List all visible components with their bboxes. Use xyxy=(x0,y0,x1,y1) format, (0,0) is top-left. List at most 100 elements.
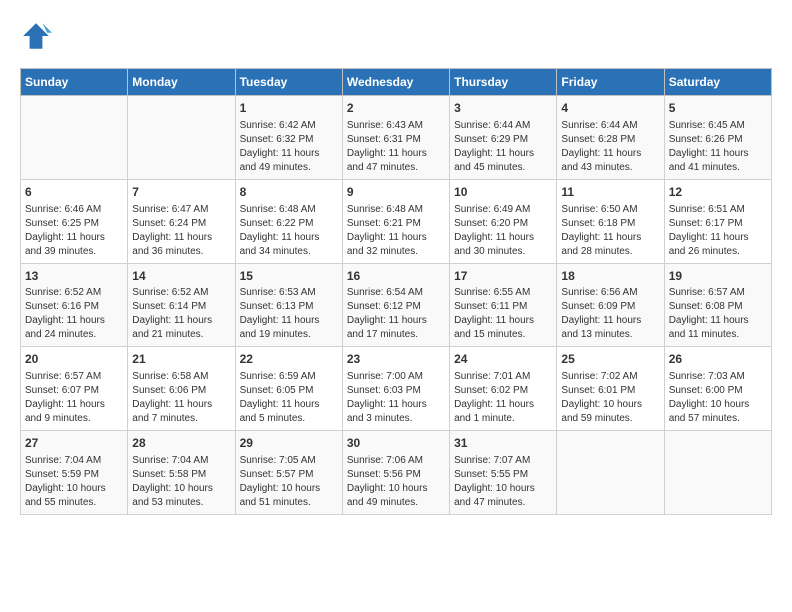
page-header xyxy=(20,20,772,52)
day-header-friday: Friday xyxy=(557,69,664,96)
day-info: Sunrise: 7:07 AM Sunset: 5:55 PM Dayligh… xyxy=(454,454,552,510)
day-header-wednesday: Wednesday xyxy=(342,69,449,96)
day-info: Sunrise: 7:03 AM Sunset: 6:00 PM Dayligh… xyxy=(669,370,767,426)
calendar-cell xyxy=(664,431,771,515)
day-number: 14 xyxy=(132,268,230,285)
day-number: 21 xyxy=(132,351,230,368)
calendar-cell: 9 Sunrise: 6:48 AM Sunset: 6:21 PM Daylig… xyxy=(342,179,449,263)
calendar-cell: 17Sunrise: 6:55 AM Sunset: 6:11 PM Dayli… xyxy=(450,263,557,347)
day-info: Sunrise: 6:52 AM Sunset: 6:16 PM Dayligh… xyxy=(25,286,123,342)
day-info: Sunrise: 6:54 AM Sunset: 6:12 PM Dayligh… xyxy=(347,286,445,342)
day-number: 1 xyxy=(240,100,338,117)
day-number: 11 xyxy=(561,184,659,201)
calendar-cell: 24 Sunrise: 7:01 AM Sunset: 6:02 PM Dayli… xyxy=(450,347,557,431)
calendar-cell: 8 Sunrise: 6:48 AM Sunset: 6:22 PM Daylig… xyxy=(235,179,342,263)
day-info: Sunrise: 6:49 AM Sunset: 6:20 PM Dayligh… xyxy=(454,203,552,259)
calendar-cell: 23 Sunrise: 7:00 AM Sunset: 6:03 PM Dayli… xyxy=(342,347,449,431)
calendar-cell: 3Sunrise: 6:44 AM Sunset: 6:29 PM Daylig… xyxy=(450,96,557,180)
calendar-cell: 10 Sunrise: 6:49 AM Sunset: 6:20 PM Dayli… xyxy=(450,179,557,263)
day-number: 5 xyxy=(669,100,767,117)
day-info: Sunrise: 6:59 AM Sunset: 6:05 PM Dayligh… xyxy=(240,370,338,426)
day-number: 16 xyxy=(347,268,445,285)
day-number: 28 xyxy=(132,435,230,452)
day-number: 9 xyxy=(347,184,445,201)
day-info: Sunrise: 6:56 AM Sunset: 6:09 PM Dayligh… xyxy=(561,286,659,342)
day-number: 13 xyxy=(25,268,123,285)
calendar-cell: 15Sunrise: 6:53 AM Sunset: 6:13 PM Dayli… xyxy=(235,263,342,347)
day-number: 19 xyxy=(669,268,767,285)
day-header-tuesday: Tuesday xyxy=(235,69,342,96)
calendar-cell: 25 Sunrise: 7:02 AM Sunset: 6:01 PM Dayli… xyxy=(557,347,664,431)
day-info: Sunrise: 6:46 AM Sunset: 6:25 PM Dayligh… xyxy=(25,203,123,259)
day-header-thursday: Thursday xyxy=(450,69,557,96)
day-header-monday: Monday xyxy=(128,69,235,96)
day-info: Sunrise: 7:02 AM Sunset: 6:01 PM Dayligh… xyxy=(561,370,659,426)
day-info: Sunrise: 6:52 AM Sunset: 6:14 PM Dayligh… xyxy=(132,286,230,342)
calendar-cell xyxy=(128,96,235,180)
day-number: 18 xyxy=(561,268,659,285)
calendar-cell: 22Sunrise: 6:59 AM Sunset: 6:05 PM Dayli… xyxy=(235,347,342,431)
day-number: 27 xyxy=(25,435,123,452)
day-number: 6 xyxy=(25,184,123,201)
day-info: Sunrise: 7:00 AM Sunset: 6:03 PM Dayligh… xyxy=(347,370,445,426)
day-info: Sunrise: 6:47 AM Sunset: 6:24 PM Dayligh… xyxy=(132,203,230,259)
calendar-cell: 2Sunrise: 6:43 AM Sunset: 6:31 PM Daylig… xyxy=(342,96,449,180)
calendar-cell: 13Sunrise: 6:52 AM Sunset: 6:16 PM Dayli… xyxy=(21,263,128,347)
day-number: 29 xyxy=(240,435,338,452)
calendar-cell: 14Sunrise: 6:52 AM Sunset: 6:14 PM Dayli… xyxy=(128,263,235,347)
day-number: 25 xyxy=(561,351,659,368)
day-info: Sunrise: 7:06 AM Sunset: 5:56 PM Dayligh… xyxy=(347,454,445,510)
day-info: Sunrise: 6:48 AM Sunset: 6:22 PM Dayligh… xyxy=(240,203,338,259)
calendar-cell: 7 Sunrise: 6:47 AM Sunset: 6:24 PM Daylig… xyxy=(128,179,235,263)
day-number: 17 xyxy=(454,268,552,285)
calendar-cell: 29 Sunrise: 7:05 AM Sunset: 5:57 PM Dayli… xyxy=(235,431,342,515)
calendar-cell: 5 Sunrise: 6:45 AM Sunset: 6:26 PM Daylig… xyxy=(664,96,771,180)
calendar-cell: 27Sunrise: 7:04 AM Sunset: 5:59 PM Dayli… xyxy=(21,431,128,515)
calendar-cell xyxy=(557,431,664,515)
day-number: 4 xyxy=(561,100,659,117)
day-number: 24 xyxy=(454,351,552,368)
day-number: 26 xyxy=(669,351,767,368)
day-number: 12 xyxy=(669,184,767,201)
calendar-table: SundayMondayTuesdayWednesdayThursdayFrid… xyxy=(20,68,772,515)
week-row-3: 13Sunrise: 6:52 AM Sunset: 6:16 PM Dayli… xyxy=(21,263,772,347)
week-row-5: 27Sunrise: 7:04 AM Sunset: 5:59 PM Dayli… xyxy=(21,431,772,515)
calendar-header-row: SundayMondayTuesdayWednesdayThursdayFrid… xyxy=(21,69,772,96)
day-info: Sunrise: 7:01 AM Sunset: 6:02 PM Dayligh… xyxy=(454,370,552,426)
logo-icon xyxy=(20,20,52,52)
calendar-cell: 30Sunrise: 7:06 AM Sunset: 5:56 PM Dayli… xyxy=(342,431,449,515)
day-info: Sunrise: 6:58 AM Sunset: 6:06 PM Dayligh… xyxy=(132,370,230,426)
day-info: Sunrise: 7:05 AM Sunset: 5:57 PM Dayligh… xyxy=(240,454,338,510)
day-info: Sunrise: 6:42 AM Sunset: 6:32 PM Dayligh… xyxy=(240,119,338,175)
week-row-2: 6 Sunrise: 6:46 AM Sunset: 6:25 PM Daylig… xyxy=(21,179,772,263)
day-number: 23 xyxy=(347,351,445,368)
day-number: 31 xyxy=(454,435,552,452)
calendar-cell: 18Sunrise: 6:56 AM Sunset: 6:09 PM Dayli… xyxy=(557,263,664,347)
calendar-cell: 12 Sunrise: 6:51 AM Sunset: 6:17 PM Dayli… xyxy=(664,179,771,263)
week-row-1: 1 Sunrise: 6:42 AM Sunset: 6:32 PM Daylig… xyxy=(21,96,772,180)
calendar-cell: 1 Sunrise: 6:42 AM Sunset: 6:32 PM Daylig… xyxy=(235,96,342,180)
calendar-cell xyxy=(21,96,128,180)
calendar-cell: 6 Sunrise: 6:46 AM Sunset: 6:25 PM Daylig… xyxy=(21,179,128,263)
calendar-cell: 11 Sunrise: 6:50 AM Sunset: 6:18 PM Dayli… xyxy=(557,179,664,263)
day-info: Sunrise: 6:57 AM Sunset: 6:07 PM Dayligh… xyxy=(25,370,123,426)
calendar-body: 1 Sunrise: 6:42 AM Sunset: 6:32 PM Daylig… xyxy=(21,96,772,515)
logo xyxy=(20,20,56,52)
day-info: Sunrise: 6:57 AM Sunset: 6:08 PM Dayligh… xyxy=(669,286,767,342)
day-number: 3 xyxy=(454,100,552,117)
calendar-cell: 16Sunrise: 6:54 AM Sunset: 6:12 PM Dayli… xyxy=(342,263,449,347)
day-info: Sunrise: 6:50 AM Sunset: 6:18 PM Dayligh… xyxy=(561,203,659,259)
calendar-cell: 20Sunrise: 6:57 AM Sunset: 6:07 PM Dayli… xyxy=(21,347,128,431)
calendar-cell: 4 Sunrise: 6:44 AM Sunset: 6:28 PM Daylig… xyxy=(557,96,664,180)
day-info: Sunrise: 6:48 AM Sunset: 6:21 PM Dayligh… xyxy=(347,203,445,259)
day-info: Sunrise: 6:53 AM Sunset: 6:13 PM Dayligh… xyxy=(240,286,338,342)
day-number: 15 xyxy=(240,268,338,285)
day-header-sunday: Sunday xyxy=(21,69,128,96)
day-number: 8 xyxy=(240,184,338,201)
day-info: Sunrise: 6:44 AM Sunset: 6:28 PM Dayligh… xyxy=(561,119,659,175)
day-number: 2 xyxy=(347,100,445,117)
day-info: Sunrise: 6:45 AM Sunset: 6:26 PM Dayligh… xyxy=(669,119,767,175)
day-info: Sunrise: 6:51 AM Sunset: 6:17 PM Dayligh… xyxy=(669,203,767,259)
day-number: 7 xyxy=(132,184,230,201)
day-number: 10 xyxy=(454,184,552,201)
